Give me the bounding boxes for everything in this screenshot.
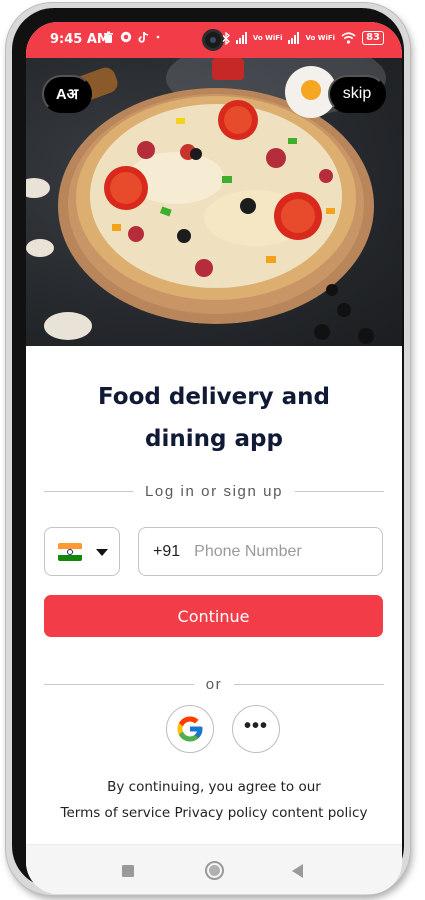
back-icon[interactable] [292,864,303,878]
language-button[interactable]: Aअ [42,75,92,113]
login-panel: Food delivery and dining app Log in or s… [26,346,402,846]
privacy-policy-link[interactable]: Privacy policy [175,800,268,826]
phone-screen: 9:45 AM Vo WiFi Vo WiFi 83 Aअ skip Food … [26,22,402,894]
phone-number-field[interactable]: +91 [138,527,383,576]
divider-line [295,490,384,492]
country-code-dropdown[interactable] [44,527,120,576]
terms-notice: By continuing, you agree to our Terms of… [26,774,402,826]
vowifi-icon: Vo WiFi [305,33,336,42]
login-divider-label: Log in or sign up [144,482,284,500]
status-right-icons: Vo WiFi Vo WiFi 83 [222,31,384,45]
more-options-icon: ••• [243,714,268,737]
continue-button[interactable]: Continue [44,595,383,637]
country-code-prefix: +91 [153,542,181,560]
terms-of-service-link[interactable]: Terms of service [61,800,171,826]
google-login-button[interactable] [166,705,214,753]
india-flag-icon [58,542,82,561]
system-nav-bar [26,844,402,894]
wifi-icon [341,32,356,44]
divider-line [234,683,385,685]
dot-icon [156,35,160,39]
tiktok-icon [138,32,149,43]
trash-icon [104,31,113,43]
or-label: or [205,675,223,693]
front-camera [202,29,224,51]
phone-frame: 9:45 AM Vo WiFi Vo WiFi 83 Aअ skip Food … [6,3,410,895]
skip-button[interactable]: skip [328,75,386,113]
content-policy-link[interactable]: content policy [272,800,368,826]
signal-icon [288,32,300,44]
google-icon [177,716,203,742]
bluetooth-icon [222,31,230,45]
status-time: 9:45 AM [50,32,110,47]
battery-indicator: 83 [362,31,384,45]
login-divider: Log in or sign up [44,481,384,501]
page-title: Food delivery and dining app [98,384,330,452]
home-icon[interactable] [205,861,224,880]
or-divider: or [44,674,385,694]
phone-number-input[interactable] [194,542,355,561]
more-options-button[interactable]: ••• [232,705,280,753]
phone-bezel: 9:45 AM Vo WiFi Vo WiFi 83 Aअ skip Food … [12,8,404,894]
divider-line [44,683,194,685]
signal-icon [235,32,247,44]
chevron-down-icon [96,549,108,556]
recent-apps-icon[interactable] [122,865,134,877]
status-bar: 9:45 AM Vo WiFi Vo WiFi 83 [26,22,402,58]
terms-intro: By continuing, you agree to our [107,779,321,795]
chat-bubble-icon [120,31,132,43]
vowifi-icon: Vo WiFi [252,33,283,42]
divider-line [44,490,133,492]
terms-links: Terms of service Privacy policy content … [26,800,402,826]
hero-pizza-image: Aअ skip [26,58,402,346]
status-left-icons [103,31,161,43]
